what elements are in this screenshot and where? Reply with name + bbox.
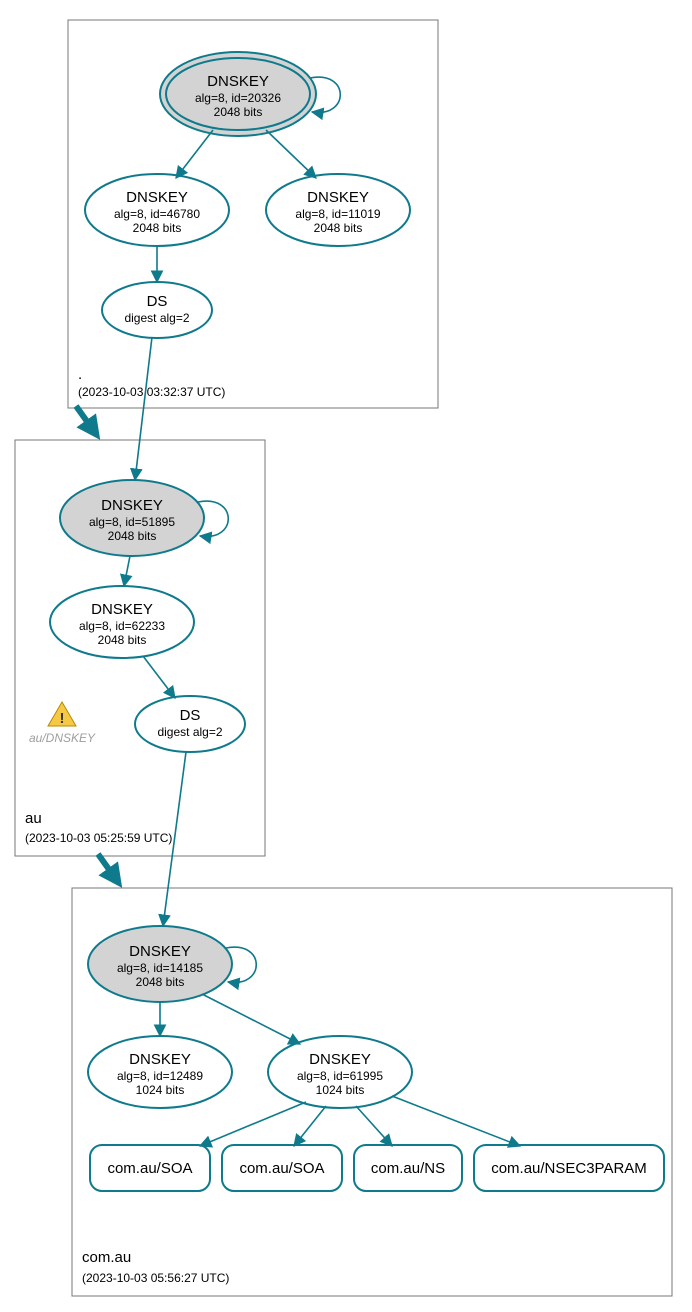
edge-zsk2-rr4 bbox=[392, 1096, 520, 1146]
node-comau-zsk2-l2: 1024 bits bbox=[316, 1083, 365, 1097]
node-comau-zsk1-l1: alg=8, id=12489 bbox=[117, 1069, 203, 1083]
node-comau-ksk-l2: 2048 bits bbox=[136, 975, 185, 989]
zone-comau-time: (2023-10-03 05:56:27 UTC) bbox=[82, 1271, 229, 1285]
node-comau-zsk2-title: DNSKEY bbox=[309, 1051, 371, 1068]
warning-exclaim-icon: ! bbox=[60, 710, 65, 727]
node-comau-ksk: DNSKEY alg=8, id=14185 2048 bits bbox=[88, 926, 232, 1002]
node-root-zsk2-title: DNSKEY bbox=[307, 189, 369, 206]
warning-au-label: au/DNSKEY bbox=[29, 731, 96, 745]
zone-au-label: au bbox=[25, 810, 42, 827]
zone-root-label: . bbox=[78, 366, 82, 383]
node-au-ksk-l2: 2048 bits bbox=[108, 529, 157, 543]
node-au-ksk-title: DNSKEY bbox=[101, 497, 163, 514]
edge-root-ksk-zsk1 bbox=[176, 130, 213, 178]
node-comau-zsk2: DNSKEY alg=8, id=61995 1024 bits bbox=[268, 1036, 412, 1108]
node-rr-soa2: com.au/SOA bbox=[222, 1145, 342, 1191]
edge-zsk2-rr1 bbox=[200, 1102, 306, 1146]
zone-au-time: (2023-10-03 05:25:59 UTC) bbox=[25, 831, 172, 845]
node-root-ds-title: DS bbox=[147, 293, 168, 310]
rr4-label: com.au/NSEC3PARAM bbox=[491, 1160, 647, 1177]
node-root-zsk2-l1: alg=8, id=11019 bbox=[295, 207, 381, 221]
rr2-label: com.au/SOA bbox=[239, 1160, 324, 1177]
node-root-ds: DS digest alg=2 bbox=[102, 282, 212, 338]
node-rr-soa1: com.au/SOA bbox=[90, 1145, 210, 1191]
zone-comau-label: com.au bbox=[82, 1249, 131, 1266]
rr1-label: com.au/SOA bbox=[107, 1160, 192, 1177]
node-root-zsk1-title: DNSKEY bbox=[126, 189, 188, 206]
node-root-ksk-l2: 2048 bits bbox=[214, 105, 263, 119]
node-au-ds: DS digest alg=2 bbox=[135, 696, 245, 752]
edge-comau-ksk-zsk2 bbox=[202, 994, 300, 1044]
node-au-zsk-title: DNSKEY bbox=[91, 601, 153, 618]
node-root-zsk2: DNSKEY alg=8, id=11019 2048 bits bbox=[266, 174, 410, 246]
node-au-zsk-l2: 2048 bits bbox=[98, 633, 147, 647]
node-au-zsk-l1: alg=8, id=62233 bbox=[79, 619, 165, 633]
node-au-zsk: DNSKEY alg=8, id=62233 2048 bits bbox=[50, 586, 194, 658]
edge-au-zsk-ds bbox=[143, 656, 175, 698]
rr3-label: com.au/NS bbox=[371, 1160, 445, 1177]
dnssec-diagram: . (2023-10-03 03:32:37 UTC) DNSKEY alg=8… bbox=[0, 0, 692, 1312]
node-root-ds-l1: digest alg=2 bbox=[124, 311, 189, 325]
node-rr-nsec3param: com.au/NSEC3PARAM bbox=[474, 1145, 664, 1191]
node-root-ksk: DNSKEY alg=8, id=20326 2048 bits bbox=[160, 52, 316, 136]
node-root-ksk-l1: alg=8, id=20326 bbox=[195, 91, 281, 105]
node-root-zsk1: DNSKEY alg=8, id=46780 2048 bits bbox=[85, 174, 229, 246]
node-root-zsk2-l2: 2048 bits bbox=[314, 221, 363, 235]
node-comau-zsk2-l1: alg=8, id=61995 bbox=[297, 1069, 383, 1083]
edge-root-to-au bbox=[76, 406, 96, 434]
edge-root-ksk-zsk2 bbox=[266, 130, 316, 178]
warning-au-dnskey: ! au/DNSKEY bbox=[29, 702, 96, 745]
edge-zsk2-rr2 bbox=[294, 1106, 326, 1146]
node-comau-zsk1: DNSKEY alg=8, id=12489 1024 bits bbox=[88, 1036, 232, 1108]
node-au-ksk-l1: alg=8, id=51895 bbox=[89, 515, 175, 529]
node-comau-zsk1-l2: 1024 bits bbox=[136, 1083, 185, 1097]
node-au-ds-l1: digest alg=2 bbox=[157, 725, 222, 739]
node-root-ksk-title: DNSKEY bbox=[207, 73, 269, 90]
node-au-ds-title: DS bbox=[180, 707, 201, 724]
node-comau-zsk1-title: DNSKEY bbox=[129, 1051, 191, 1068]
zone-root-time: (2023-10-03 03:32:37 UTC) bbox=[78, 385, 225, 399]
node-root-zsk1-l1: alg=8, id=46780 bbox=[114, 207, 200, 221]
node-au-ksk: DNSKEY alg=8, id=51895 2048 bits bbox=[60, 480, 204, 556]
edge-au-to-comau bbox=[98, 854, 118, 882]
node-comau-ksk-title: DNSKEY bbox=[129, 943, 191, 960]
node-root-zsk1-l2: 2048 bits bbox=[133, 221, 182, 235]
node-rr-ns: com.au/NS bbox=[354, 1145, 462, 1191]
edge-zsk2-rr3 bbox=[356, 1106, 392, 1146]
node-comau-ksk-l1: alg=8, id=14185 bbox=[117, 961, 203, 975]
edge-au-ksk-zsk bbox=[124, 556, 130, 586]
